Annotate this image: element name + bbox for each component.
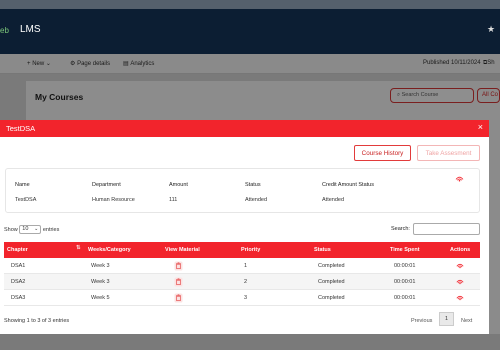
table-row: DSA1 Week 3 1 Completed 00:00:01 [4,258,480,274]
show-label: Show [4,226,18,233]
chapters-table: Chapter ⇅ Weeks/Category View Material P… [4,242,480,306]
modal-title: TestDSA [6,124,36,133]
column-header-weeks[interactable]: Weeks/Category [88,247,131,253]
app-header [0,9,500,54]
search-icon: ⌕ [397,92,401,98]
analytics-icon: ▤ [123,61,129,67]
new-label: New [32,61,45,67]
close-icon[interactable]: × [478,122,483,132]
cell-time-spent: 00:00:01 [394,263,416,269]
eye-icon[interactable] [456,278,464,285]
entries-value: 10 [22,226,29,232]
info-header-name: Name [15,182,30,188]
cell-priority: 3 [244,295,248,301]
page-details-button[interactable]: ⚙ Page details [70,60,110,67]
take-assessment-button[interactable]: Take Assesment [417,145,480,161]
table-info: Showing 1 to 3 of 3 entries [4,318,70,324]
column-header-view-material[interactable]: View Material [165,247,200,253]
gear-icon: ⚙ [70,61,76,67]
chevron-down-icon: ⌄ [45,61,51,67]
page-title: My Courses [35,92,84,102]
cell-priority: 1 [244,263,248,269]
cell-week: Week 5 [91,295,110,301]
course-info-card: Name Department Amount Status Credit Amo… [5,168,480,213]
trash-icon[interactable] [174,293,183,303]
eye-icon[interactable] [456,262,464,269]
column-header-time-spent[interactable]: Time Spent [390,247,420,253]
brand-fragment: eb [0,26,9,35]
table-row: DSA2 Week 3 2 Completed 00:00:01 [4,274,480,290]
entries-control: Show 10 ⌄ entries [4,225,59,234]
course-modal: TestDSA × Course History Take Assesment … [0,120,489,334]
info-header-status: Status [245,182,261,188]
cell-time-spent: 00:00:01 [394,295,416,301]
background-footer [0,334,500,350]
cell-chapter: DSA1 [11,263,26,269]
table-header: Chapter ⇅ Weeks/Category View Material P… [4,242,480,258]
app-title: LMS [20,24,41,35]
all-courses-button[interactable]: All Co [477,88,500,103]
eye-icon[interactable] [456,294,464,301]
cell-time-spent: 00:00:01 [394,279,416,285]
chevron-down-icon: ⌄ [34,226,39,232]
page-1-button[interactable]: 1 [439,312,454,326]
cell-priority: 2 [244,279,248,285]
info-value-status: Attended [245,197,268,203]
cell-status: Completed [318,295,345,301]
course-search-input[interactable]: ⌕ Search Course [390,88,474,103]
eye-icon[interactable] [455,175,464,182]
course-history-button[interactable]: Course History [354,145,411,161]
table-search-label: Search: [391,226,410,232]
search-placeholder: Search Course [401,92,439,98]
analytics-button[interactable]: ▤ Analytics [123,60,154,67]
info-value-name: TestDSA [15,197,37,203]
sort-icon[interactable]: ⇅ [76,245,81,251]
table-search-input[interactable] [413,223,480,235]
share-label: Sh [487,60,495,66]
published-status: Published 10/11/2024 [423,60,481,66]
page-details-label: Page details [77,61,111,67]
entries-select[interactable]: 10 ⌄ [19,225,42,234]
info-value-credit-status: Attended [322,197,345,203]
column-header-actions: Actions [450,247,471,253]
trash-icon[interactable] [174,277,183,287]
info-value-department: Human Resource [92,197,135,203]
share-button[interactable]: ⧉Sh [483,60,495,67]
info-value-amount: 111 [169,197,178,203]
next-page-button[interactable]: Next [461,318,472,324]
cell-week: Week 3 [91,263,110,269]
new-button[interactable]: + New ⌄ [27,60,51,67]
previous-page-button[interactable]: Previous [411,318,432,324]
cell-chapter: DSA3 [11,295,26,301]
analytics-label: Analytics [130,61,155,67]
cell-week: Week 3 [91,279,110,285]
column-header-priority[interactable]: Priority [241,247,260,253]
cell-status: Completed [318,279,345,285]
modal-header: TestDSA × [0,120,489,137]
star-icon[interactable]: ★ [487,24,495,35]
info-header-department: Department [92,182,121,188]
info-header-credit-status: Credit Amount Status [322,182,374,188]
entries-label: entries [42,226,60,233]
plus-icon: + [27,61,31,67]
column-header-chapter[interactable]: Chapter [7,247,28,253]
column-header-status[interactable]: Status [314,247,331,253]
info-header-amount: Amount [169,182,188,188]
background-strip [489,120,500,334]
table-row: DSA3 Week 5 3 Completed 00:00:01 [4,290,480,306]
cell-status: Completed [318,263,345,269]
browser-strip [0,0,500,9]
trash-icon[interactable] [174,261,183,271]
cell-chapter: DSA2 [11,279,26,285]
